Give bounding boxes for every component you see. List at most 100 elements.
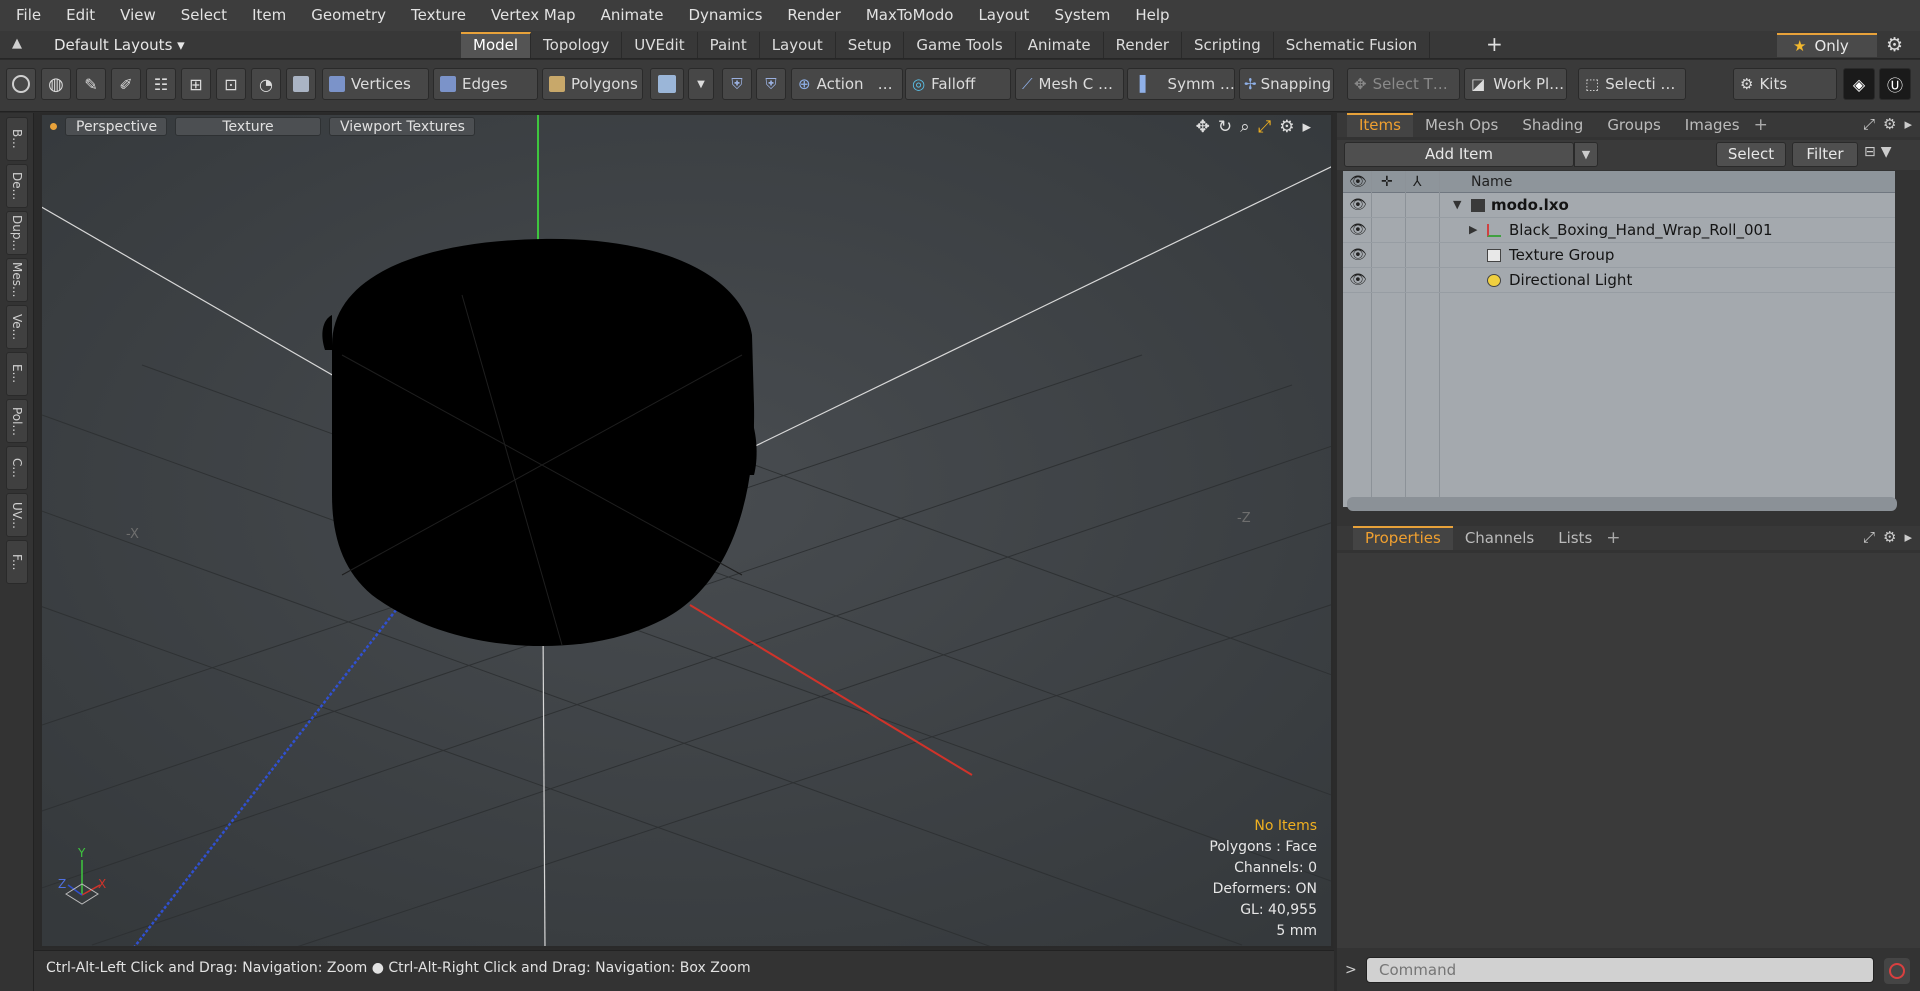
menu-help[interactable]: Help — [1119, 0, 1178, 31]
work-plane-button[interactable]: ◪ Work Pl… — [1464, 68, 1567, 100]
funnel-icon[interactable]: ▼ — [1881, 144, 1892, 160]
add-tab-icon[interactable]: + — [1486, 33, 1503, 55]
grid-button[interactable]: ⊞ — [181, 68, 211, 100]
item-row-scene[interactable]: 👁 ▼ modo.lxo — [1343, 193, 1895, 218]
viewport-menu-dot[interactable] — [50, 122, 57, 130]
tab-animate[interactable]: Animate — [1016, 32, 1104, 58]
horizontal-scrollbar[interactable] — [1347, 497, 1897, 511]
left-tab-fusion[interactable]: F... — [6, 540, 28, 584]
menu-view[interactable]: View — [104, 0, 165, 31]
command-arrow-icon[interactable]: > — [1345, 962, 1357, 978]
left-tab-deform[interactable]: De... — [6, 164, 28, 208]
add-item-dropdown[interactable]: ▼ — [1574, 142, 1598, 167]
view-mode-button[interactable]: Perspective — [65, 116, 167, 136]
item-mode-button[interactable] — [286, 68, 316, 100]
record-macro-button[interactable] — [1884, 958, 1910, 984]
add-item-button[interactable]: Add Item — [1344, 142, 1574, 167]
left-tab-uv[interactable]: UV... — [6, 493, 28, 537]
globe-button[interactable]: ◍ — [41, 68, 71, 100]
select-through-button[interactable]: ✥ Select T… — [1347, 68, 1460, 100]
action-center-button[interactable]: ⊕ Action… — [791, 68, 903, 100]
menu-file[interactable]: File — [0, 0, 50, 31]
edges-button[interactable]: Edges — [433, 68, 538, 100]
add-tab-icon[interactable]: + — [1606, 528, 1620, 548]
pan-icon[interactable]: ✥ — [1196, 117, 1210, 137]
tab-lists[interactable]: Lists — [1546, 526, 1604, 550]
eye-icon[interactable]: 👁 — [1349, 218, 1369, 242]
item-row-texture-group[interactable]: 👁 Texture Group — [1343, 243, 1895, 268]
menu-animate[interactable]: Animate — [585, 0, 673, 31]
material-dropdown[interactable]: ▼ — [688, 68, 714, 100]
shading-mode-button[interactable]: Texture — [175, 116, 321, 136]
tab-schematic-fusion[interactable]: Schematic Fusion — [1274, 32, 1431, 58]
menu-maxtomodo[interactable]: MaxToModo — [850, 0, 963, 31]
polygons-button[interactable]: Polygons — [542, 68, 643, 100]
play-icon[interactable]: ▸ — [1302, 117, 1311, 137]
frame-button[interactable]: ⊡ — [216, 68, 246, 100]
tab-game-tools[interactable]: Game Tools — [904, 32, 1016, 58]
tab-scripting[interactable]: Scripting — [1182, 32, 1274, 58]
tab-render[interactable]: Render — [1104, 32, 1183, 58]
symmetry-button[interactable]: ▐ Symm … — [1127, 68, 1235, 100]
menu-system[interactable]: System — [1038, 0, 1119, 31]
rotate-icon[interactable]: ↻ — [1218, 117, 1232, 137]
snapping-button[interactable]: ✢ Snapping — [1239, 68, 1334, 100]
3d-viewport[interactable]: Y Z X -X -Z Perspective Texture Viewport… — [40, 113, 1333, 948]
eye-icon[interactable]: 👁 — [1349, 268, 1369, 292]
unreal-button[interactable]: Ⓤ — [1879, 68, 1911, 100]
menu-geometry[interactable]: Geometry — [295, 0, 395, 31]
tab-uvedit[interactable]: UVEdit — [622, 32, 698, 58]
panel-gear-icon[interactable]: ⚙ — [1883, 115, 1896, 133]
expand-icon[interactable]: ⤢ — [1863, 115, 1875, 133]
eye-icon[interactable]: 👁 — [1349, 193, 1369, 217]
select-circle-button[interactable] — [6, 68, 36, 100]
lock-column-icon[interactable]: ✛ — [1381, 171, 1393, 193]
menu-edit[interactable]: Edit — [50, 0, 104, 31]
tab-properties[interactable]: Properties — [1353, 526, 1453, 550]
shield-b-button[interactable]: ⛨ — [756, 68, 786, 100]
mesh-constraint-button[interactable]: ⟋ Mesh C … — [1015, 68, 1124, 100]
visibility-column-icon[interactable]: 👁 — [1349, 171, 1367, 193]
unity-button[interactable]: ◈ — [1843, 68, 1875, 100]
command-input[interactable] — [1366, 957, 1874, 983]
shield-a-button[interactable]: ⛨ — [722, 68, 752, 100]
panel-menu-icon[interactable]: ▸ — [1904, 528, 1912, 546]
left-tab-edge[interactable]: E... — [6, 352, 28, 396]
kits-button[interactable]: ⚙ Kits — [1733, 68, 1837, 100]
viewport-gear-icon[interactable]: ⚙ — [1279, 117, 1294, 137]
bridge-button[interactable]: ☷ — [146, 68, 176, 100]
left-tab-curve[interactable]: C... — [6, 446, 28, 490]
item-row-mesh[interactable]: 👁 ▶ Black_Boxing_Hand_Wrap_Roll_001 — [1343, 218, 1895, 243]
tab-model[interactable]: Model — [461, 32, 532, 58]
left-tab-duplicate[interactable]: Dup... — [6, 211, 28, 255]
filter-button[interactable]: Filter — [1792, 142, 1858, 167]
tab-images[interactable]: Images — [1673, 113, 1752, 137]
panel-menu-icon[interactable]: ▸ — [1904, 115, 1912, 133]
gear-icon[interactable]: ⚙ — [1886, 34, 1903, 56]
layout-selector[interactable]: Default Layouts ▾ — [54, 34, 185, 56]
tab-layout[interactable]: Layout — [760, 32, 836, 58]
viewport-textures-button[interactable]: Viewport Textures — [329, 116, 475, 136]
tab-groups[interactable]: Groups — [1595, 113, 1672, 137]
sphere-button[interactable]: ◔ — [251, 68, 281, 100]
left-tab-mesh-edit[interactable]: Mes... — [6, 258, 28, 302]
tab-channels[interactable]: Channels — [1453, 526, 1546, 550]
viewport-scene[interactable]: Y Z X — [42, 115, 1333, 948]
item-row-light[interactable]: 👁 Directional Light — [1343, 268, 1895, 293]
selection-sets-button[interactable]: ⬚ Selecti … — [1578, 68, 1686, 100]
tab-topology[interactable]: Topology — [531, 32, 623, 58]
eye-icon[interactable]: 👁 — [1349, 243, 1369, 267]
vertices-button[interactable]: Vertices — [322, 68, 429, 100]
collapse-icon[interactable]: ⊟ — [1864, 144, 1876, 160]
add-tab-icon[interactable]: + — [1754, 115, 1768, 135]
left-tab-basic[interactable]: B... — [6, 117, 28, 161]
only-button[interactable]: ★ Only — [1777, 33, 1877, 57]
left-tab-vertex[interactable]: Ve... — [6, 305, 28, 349]
menu-dynamics[interactable]: Dynamics — [672, 0, 771, 31]
menu-vertex-map[interactable]: Vertex Map — [475, 0, 585, 31]
brush-button[interactable]: ✐ — [111, 68, 141, 100]
left-tab-polygon[interactable]: Pol... — [6, 399, 28, 443]
name-column-header[interactable]: Name — [1471, 171, 1512, 193]
select-button[interactable]: Select — [1716, 142, 1786, 167]
tab-paint[interactable]: Paint — [698, 32, 760, 58]
